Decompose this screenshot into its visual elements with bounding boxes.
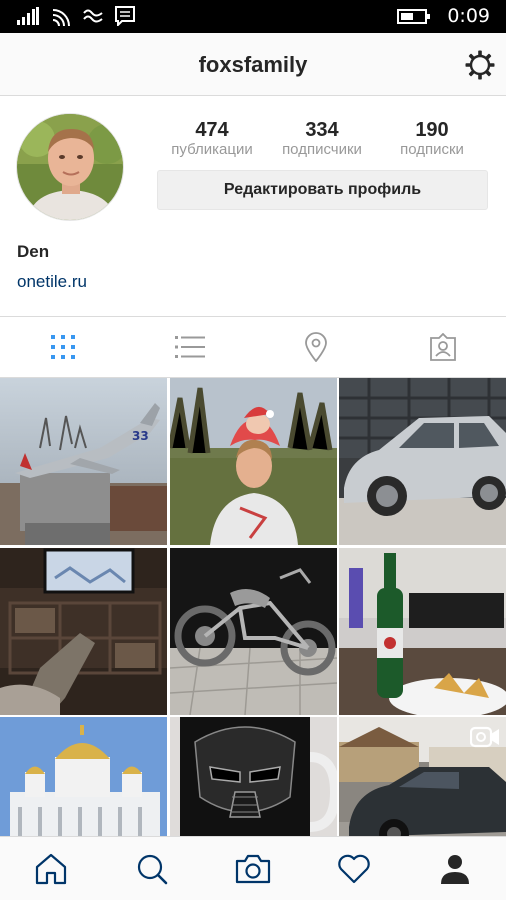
edit-profile-button[interactable]: Редактировать профиль: [157, 170, 488, 210]
signal-icon: [17, 7, 39, 25]
profile-avatar[interactable]: [16, 113, 124, 221]
nav-search[interactable]: [101, 837, 202, 900]
profile-name: Den: [17, 242, 50, 261]
tagged-person-icon: [429, 333, 456, 361]
profile-view-tabs: [0, 316, 506, 378]
data-sync-icon: [83, 9, 103, 23]
top-header: foxsfamily: [0, 33, 506, 96]
tab-location[interactable]: [253, 317, 380, 377]
camera-icon: [235, 854, 271, 883]
nav-activity[interactable]: [304, 837, 405, 900]
stat-label: подписчики: [282, 141, 362, 158]
photo-grid: 33: [0, 378, 506, 838]
location-pin-icon: [305, 332, 328, 362]
photo-jet-monument[interactable]: 33: [0, 378, 167, 545]
photo-tv-room[interactable]: [0, 548, 167, 715]
stat-value: 474: [195, 119, 229, 141]
stat-label: публикации: [171, 141, 253, 158]
tab-tagged[interactable]: [380, 317, 506, 377]
photo-darth-vader-mug[interactable]: [170, 717, 337, 838]
stat-value: 334: [305, 119, 339, 141]
battery-icon: [397, 8, 431, 24]
tab-list[interactable]: [127, 317, 254, 377]
stat-label: подписки: [400, 141, 464, 158]
search-icon: [137, 854, 168, 884]
status-bar: 0:09: [0, 0, 506, 33]
clock: 0:09: [447, 5, 490, 27]
nav-camera[interactable]: [202, 837, 303, 900]
username-title: foxsfamily: [198, 52, 308, 77]
stat-posts[interactable]: 474 публикации: [157, 119, 267, 158]
nav-profile[interactable]: [405, 837, 506, 900]
photo-dark-car[interactable]: [339, 717, 506, 838]
grid-icon: [51, 335, 76, 359]
stat-followers[interactable]: 334 подписчики: [267, 119, 377, 158]
stat-following[interactable]: 190 подписки: [377, 119, 487, 158]
photo-cathedral[interactable]: [0, 717, 167, 838]
nav-home[interactable]: [0, 837, 101, 900]
svg-text:33: 33: [132, 429, 149, 443]
profile-icon: [441, 854, 470, 884]
message-icon: [115, 6, 135, 26]
photo-silver-car[interactable]: [339, 378, 506, 545]
profile-website-link[interactable]: onetile.ru: [17, 272, 87, 292]
tab-grid[interactable]: [0, 317, 127, 377]
photo-beer-bottle[interactable]: [339, 548, 506, 715]
gear-icon[interactable]: [464, 49, 496, 81]
video-icon: [470, 726, 499, 748]
photo-father-with-baby[interactable]: [170, 378, 337, 545]
list-icon: [174, 336, 205, 358]
home-icon: [35, 853, 66, 884]
wifi-icon: [52, 9, 70, 26]
profile-stats: 474 публикации 334 подписчики 190 подписки: [157, 119, 487, 158]
stat-value: 190: [415, 119, 449, 141]
bottom-navigation: [0, 836, 506, 900]
photo-chopper-motorcycle[interactable]: [170, 548, 337, 715]
heart-icon: [338, 854, 370, 883]
